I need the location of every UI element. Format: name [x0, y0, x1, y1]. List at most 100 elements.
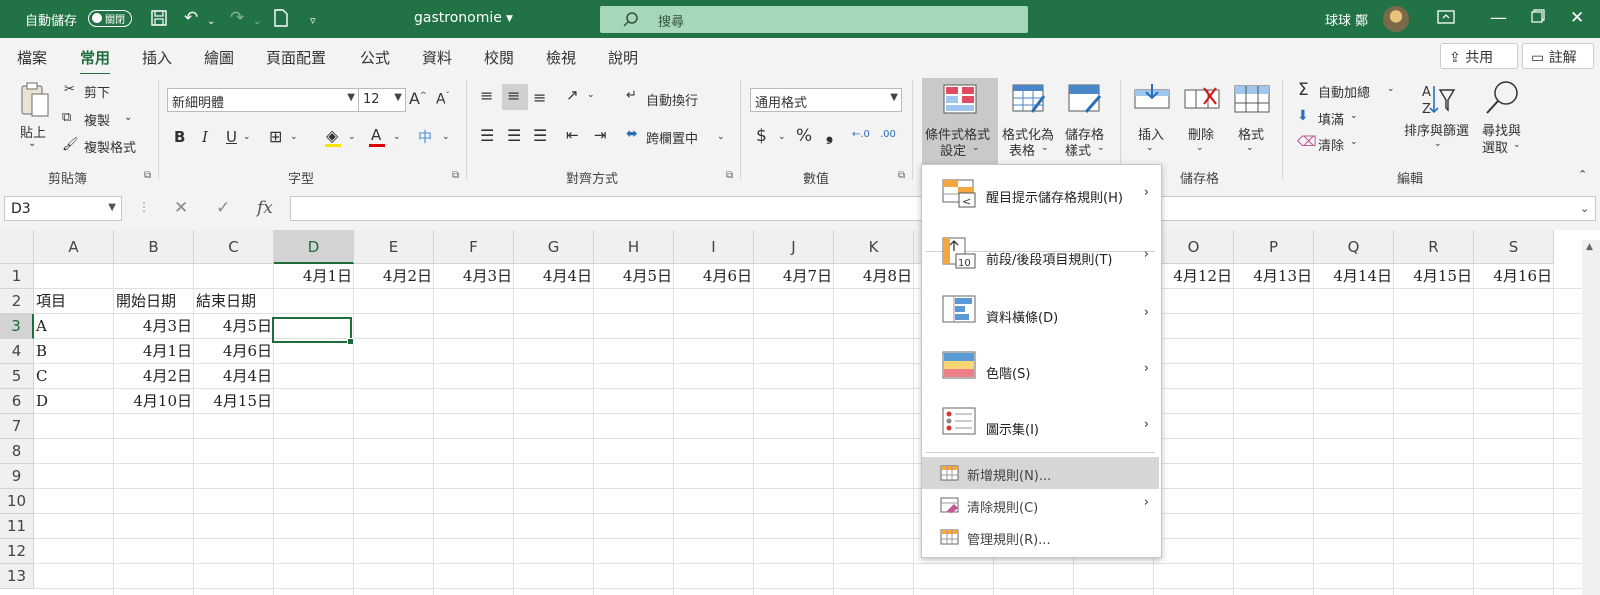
fill-label[interactable]: 填滿 — [1318, 109, 1344, 128]
decrease-indent-icon[interactable]: ⇤ — [566, 126, 579, 144]
redo-icon[interactable]: ↷ — [230, 9, 244, 27]
number-format-select[interactable]: 通用格式 ▼ — [750, 88, 902, 112]
column-header-e[interactable]: E — [354, 230, 434, 264]
expand-formula-icon[interactable]: ⌄ — [1580, 202, 1589, 215]
redo-dropdown-icon[interactable]: ⌄ — [253, 13, 261, 31]
column-header-o[interactable]: O — [1154, 230, 1234, 264]
filename-dropdown-icon[interactable]: ▼ — [506, 14, 513, 24]
cell-date-header[interactable]: 4月6日 — [674, 264, 754, 289]
column-header-b[interactable]: B — [114, 230, 194, 264]
paste-icon[interactable] — [20, 82, 50, 122]
decrease-decimal-icon[interactable]: .00 — [880, 129, 896, 140]
cell-date-header[interactable]: 4月1日 — [274, 264, 354, 289]
align-left-icon[interactable]: ☰ — [480, 126, 494, 145]
percent-button[interactable]: % — [796, 126, 812, 146]
avatar[interactable] — [1383, 6, 1409, 32]
phonetic-dropdown-icon[interactable]: ⌄ — [442, 132, 450, 142]
underline-dropdown-icon[interactable]: ⌄ — [243, 132, 251, 142]
cell-styles-dropdown-icon[interactable]: ⌄ — [1097, 143, 1105, 153]
format-as-table-label-2[interactable]: 表格 — [1009, 140, 1035, 159]
cell-date-header[interactable]: 4月13日 — [1234, 264, 1314, 289]
borders-icon[interactable]: ⊞ — [269, 127, 282, 146]
scroll-up-icon[interactable]: ▲ — [1586, 242, 1593, 252]
search-box[interactable]: 搜尋 — [600, 6, 1028, 33]
cell-data[interactable]: 4月3日 — [114, 314, 194, 339]
find-select-label-2[interactable]: 選取 — [1482, 137, 1508, 156]
cell-date-header[interactable]: 4月4日 — [514, 264, 594, 289]
column-header-i[interactable]: I — [674, 230, 754, 264]
column-header-k[interactable]: K — [834, 230, 914, 264]
cell-date-header[interactable]: 4月7日 — [754, 264, 834, 289]
delete-label[interactable]: 刪除 — [1188, 124, 1214, 143]
format-label[interactable]: 格式 — [1238, 124, 1264, 143]
file-name[interactable]: gastronomie — [414, 10, 502, 26]
align-right-icon[interactable]: ☰ — [533, 126, 547, 145]
tab-view[interactable]: 檢視 — [546, 47, 576, 68]
orientation-dropdown-icon[interactable]: ⌄ — [587, 90, 595, 100]
cell-styles-icon[interactable] — [1068, 84, 1102, 118]
cell-date-header[interactable]: 4月15日 — [1394, 264, 1474, 289]
number-launcher-icon[interactable]: ⧉ — [898, 170, 905, 181]
select-all-corner[interactable] — [0, 230, 34, 264]
font-size-select[interactable]: 12 ▼ — [358, 88, 406, 112]
column-header-a[interactable]: A — [34, 230, 114, 264]
menu-item-manage-rules[interactable]: 管理規則(R)... — [922, 521, 1159, 553]
row-header-7[interactable]: 7 — [0, 414, 34, 439]
delete-dropdown-icon[interactable]: ⌄ — [1196, 143, 1204, 153]
new-file-icon[interactable] — [273, 9, 289, 31]
decrease-font-icon[interactable]: Aˇ — [436, 91, 450, 108]
column-header-s[interactable]: S — [1474, 230, 1554, 264]
copy-label[interactable]: 複製 — [84, 110, 110, 129]
align-top-icon[interactable]: ≡ — [480, 86, 493, 105]
ribbon-display-icon[interactable] — [1437, 9, 1455, 29]
sort-filter-dropdown-icon[interactable]: ⌄ — [1434, 139, 1442, 149]
conditional-format-label-2[interactable]: 設定 — [940, 140, 966, 159]
column-header-r[interactable]: R — [1394, 230, 1474, 264]
customize-toolbar-icon[interactable]: ▿ — [310, 12, 316, 30]
row-header-6[interactable]: 6 — [0, 389, 34, 414]
increase-font-icon[interactable]: A^ — [409, 89, 427, 108]
column-header-j[interactable]: J — [754, 230, 834, 264]
row-header-5[interactable]: 5 — [0, 364, 34, 389]
row-header-11[interactable]: 11 — [0, 514, 34, 539]
cell-date-header[interactable]: 4月16日 — [1474, 264, 1554, 289]
insert-dropdown-icon[interactable]: ⌄ — [1146, 143, 1154, 153]
font-name-select[interactable]: 新細明體 ▼ — [167, 88, 359, 112]
row-header-10[interactable]: 10 — [0, 489, 34, 514]
menu-item-icon-sets[interactable]: 圖示集(I) › — [922, 395, 1159, 451]
format-dropdown-icon[interactable]: ⌄ — [1246, 143, 1254, 153]
cell-date-header[interactable]: 4月5日 — [594, 264, 674, 289]
wrap-text-label[interactable]: 自動換行 — [646, 90, 698, 109]
enter-icon[interactable]: ✓ — [216, 198, 230, 218]
menu-item-top-bottom-rules[interactable]: 10 前段/後段項目規則(T) › — [922, 225, 1159, 281]
cell-date-header[interactable]: 4月12日 — [1154, 264, 1234, 289]
row-header-8[interactable]: 8 — [0, 439, 34, 464]
cell-data[interactable]: 4月10日 — [114, 389, 194, 414]
cell-data[interactable]: 4月4日 — [194, 364, 274, 389]
row-header-3[interactable]: 3 — [0, 314, 34, 339]
fill-dropdown-icon[interactable]: ⌄ — [1350, 111, 1358, 121]
tab-file[interactable]: 檔案 — [17, 47, 47, 68]
column-header-c[interactable]: C — [194, 230, 274, 264]
comments-button[interactable]: ▭ 註解 — [1522, 43, 1594, 69]
column-header-p[interactable]: P — [1234, 230, 1314, 264]
orientation-icon[interactable]: ↗ — [566, 86, 579, 104]
font-color-icon[interactable]: A — [371, 126, 381, 144]
column-header-d[interactable]: D — [274, 230, 354, 264]
paste-dropdown-icon[interactable]: ⌄ — [28, 138, 36, 149]
tab-help[interactable]: 說明 — [608, 47, 638, 68]
clear-dropdown-icon[interactable]: ⌄ — [1350, 137, 1358, 147]
tab-draw[interactable]: 繪圖 — [204, 47, 234, 68]
clear-label[interactable]: 清除 — [1318, 135, 1344, 154]
sort-filter-label[interactable]: 排序與篩選 — [1404, 120, 1469, 139]
cell-data[interactable]: 4月6日 — [194, 339, 274, 364]
column-header-g[interactable]: G — [514, 230, 594, 264]
cell-date-header[interactable]: 4月2日 — [354, 264, 434, 289]
copy-dropdown-icon[interactable]: ⌄ — [124, 112, 132, 123]
column-header-h[interactable]: H — [594, 230, 674, 264]
borders-dropdown-icon[interactable]: ⌄ — [290, 132, 298, 142]
fill-handle[interactable] — [347, 338, 354, 345]
font-color-dropdown-icon[interactable]: ⌄ — [393, 132, 401, 142]
row-header-4[interactable]: 4 — [0, 339, 34, 364]
align-middle-icon[interactable]: ≡ — [507, 86, 520, 105]
